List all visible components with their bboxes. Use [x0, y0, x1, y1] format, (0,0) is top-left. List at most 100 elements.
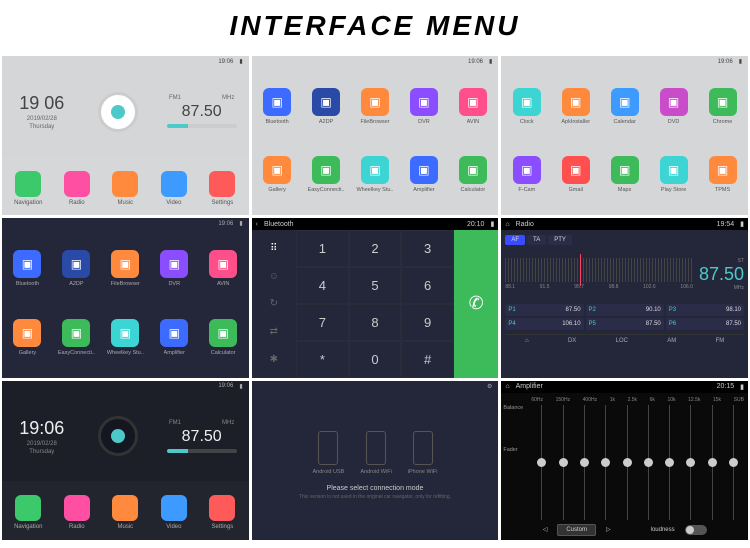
- freq-slider[interactable]: [167, 124, 237, 128]
- radio-disc-icon[interactable]: [98, 416, 138, 456]
- dock-item[interactable]: Radio: [54, 171, 100, 206]
- band-button[interactable]: AM: [667, 338, 676, 344]
- app-item[interactable]: ▣Calculator: [200, 304, 247, 371]
- app-item[interactable]: ▣Amplifier: [151, 304, 198, 371]
- app-item[interactable]: ▣Chrome: [699, 73, 746, 140]
- app-item[interactable]: ▣DVD: [650, 73, 697, 140]
- pair-icon[interactable]: ⇄: [265, 323, 283, 341]
- eq-slider[interactable]: [712, 405, 713, 520]
- dial-key[interactable]: *: [296, 341, 349, 378]
- freq-scale[interactable]: [505, 258, 693, 282]
- eq-slider[interactable]: [648, 405, 649, 520]
- dial-key[interactable]: 3: [401, 230, 454, 267]
- back-icon[interactable]: ‹: [256, 221, 258, 228]
- preset-chip[interactable]: Custom: [557, 524, 596, 536]
- eq-slider-knob[interactable]: [644, 458, 653, 467]
- dial-key[interactable]: 2: [349, 230, 402, 267]
- eq-slider-knob[interactable]: [665, 458, 674, 467]
- radio-widget[interactable]: FM1MHz 87.50: [159, 420, 245, 453]
- eq-slider-knob[interactable]: [559, 458, 568, 467]
- contacts-icon[interactable]: ☺: [265, 267, 283, 285]
- app-item[interactable]: ▣TPMS: [699, 142, 746, 209]
- dock-item[interactable]: Video: [151, 171, 197, 206]
- bt-settings-icon[interactable]: ✱: [265, 351, 283, 369]
- app-item[interactable]: ▣Wheelkey Stu..: [102, 304, 149, 371]
- home-icon[interactable]: ⌂: [505, 221, 509, 228]
- app-item[interactable]: ▣DVR: [151, 235, 198, 302]
- band-button[interactable]: FM: [716, 338, 725, 344]
- radio-widget[interactable]: FM1MHz 87.50: [159, 95, 245, 128]
- app-item[interactable]: ▣A2DP: [53, 235, 100, 302]
- dial-key[interactable]: 0: [349, 341, 402, 378]
- call-button[interactable]: ✆: [454, 230, 498, 377]
- dock-item[interactable]: Navigation: [5, 171, 51, 206]
- dock-item[interactable]: Radio: [54, 495, 100, 530]
- band-button[interactable]: DX: [568, 338, 576, 344]
- band-button[interactable]: LOC: [616, 338, 628, 344]
- app-item[interactable]: ▣F-Cam: [503, 142, 550, 209]
- app-item[interactable]: ▣Calendar: [601, 73, 648, 140]
- eq-slider[interactable]: [733, 405, 734, 520]
- eq-slider[interactable]: [605, 405, 606, 520]
- eq-slider[interactable]: [563, 405, 564, 520]
- dock-item[interactable]: Navigation: [5, 495, 51, 530]
- app-item[interactable]: ▣Amplifier: [400, 142, 447, 209]
- app-item[interactable]: ▣Bluetooth: [254, 73, 301, 140]
- dial-key[interactable]: #: [401, 341, 454, 378]
- app-item[interactable]: ▣Maps: [601, 142, 648, 209]
- app-item[interactable]: ▣DVR: [400, 73, 447, 140]
- connection-option[interactable]: iPhone WiFi: [408, 431, 438, 475]
- radio-tab[interactable]: PTY: [548, 235, 572, 245]
- eq-slider[interactable]: [541, 405, 542, 520]
- home-icon[interactable]: ⌂: [525, 338, 529, 344]
- app-item[interactable]: ▣Play Store: [650, 142, 697, 209]
- app-item[interactable]: ▣A2DP: [303, 73, 350, 140]
- preset-button[interactable]: P4106.10: [505, 318, 583, 330]
- app-item[interactable]: ▣EasyConnecti..: [303, 142, 350, 209]
- eq-slider[interactable]: [627, 405, 628, 520]
- preset-button[interactable]: P687.50: [666, 318, 744, 330]
- app-item[interactable]: ▣Gallery: [4, 304, 51, 371]
- dial-key[interactable]: 9: [401, 304, 454, 341]
- app-item[interactable]: ▣FileBrowser: [352, 73, 399, 140]
- app-item[interactable]: ▣AVIN: [449, 73, 496, 140]
- clock-widget[interactable]: 19 06 2019/02/28 Thursday: [6, 93, 78, 130]
- app-item[interactable]: ▣Wheelkey Stu..: [352, 142, 399, 209]
- connection-option[interactable]: Android USB: [313, 431, 345, 475]
- radio-disc-icon[interactable]: [98, 92, 138, 132]
- gear-icon[interactable]: ⚙: [487, 383, 492, 390]
- eq-slider[interactable]: [669, 405, 670, 520]
- radio-tab[interactable]: AF: [505, 235, 525, 245]
- preset-button[interactable]: P187.50: [505, 304, 583, 316]
- eq-slider-knob[interactable]: [623, 458, 632, 467]
- dial-key[interactable]: 1: [296, 230, 349, 267]
- eq-slider-knob[interactable]: [729, 458, 738, 467]
- freq-slider[interactable]: [167, 449, 237, 453]
- app-item[interactable]: ▣Gallery: [254, 142, 301, 209]
- eq-slider[interactable]: [690, 405, 691, 520]
- dock-item[interactable]: Music: [102, 495, 148, 530]
- loudness-toggle[interactable]: [685, 525, 707, 535]
- history-icon[interactable]: ↻: [265, 295, 283, 313]
- radio-tab[interactable]: TA: [527, 235, 546, 245]
- app-item[interactable]: ▣AVIN: [200, 235, 247, 302]
- dial-key[interactable]: 8: [349, 304, 402, 341]
- next-preset-icon[interactable]: ▷: [606, 526, 611, 533]
- eq-slider-knob[interactable]: [580, 458, 589, 467]
- app-item[interactable]: ▣FileBrowser: [102, 235, 149, 302]
- eq-slider[interactable]: [584, 405, 585, 520]
- prev-preset-icon[interactable]: ◁: [543, 526, 548, 533]
- home-icon[interactable]: ⌂: [505, 383, 509, 390]
- dock-item[interactable]: Settings: [199, 171, 245, 206]
- dock-item[interactable]: Settings: [199, 495, 245, 530]
- dial-key[interactable]: 7: [296, 304, 349, 341]
- dial-key[interactable]: 6: [401, 267, 454, 304]
- app-item[interactable]: ▣Calculator: [449, 142, 496, 209]
- dial-key[interactable]: 5: [349, 267, 402, 304]
- eq-slider-knob[interactable]: [708, 458, 717, 467]
- app-item[interactable]: ▣Gmail: [552, 142, 599, 209]
- app-item[interactable]: ▣ApkInstaller: [552, 73, 599, 140]
- preset-button[interactable]: P398.10: [666, 304, 744, 316]
- preset-button[interactable]: P587.50: [586, 318, 664, 330]
- connection-option[interactable]: Android WiFi: [360, 431, 391, 475]
